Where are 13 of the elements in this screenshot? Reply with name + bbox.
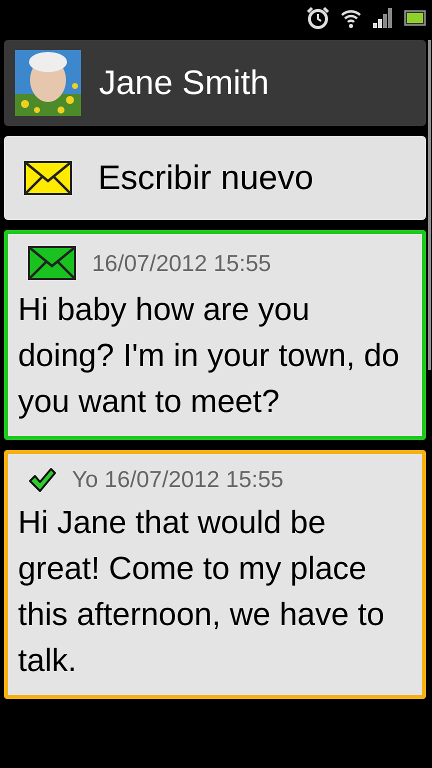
message-text: Hi baby how are you doing? I'm in your town, do you want to meet? bbox=[18, 290, 400, 421]
wifi-icon bbox=[340, 7, 362, 29]
compose-button[interactable]: Escribir nuevo bbox=[4, 136, 426, 220]
envelope-icon bbox=[24, 161, 72, 195]
envelope-icon bbox=[28, 246, 76, 280]
battery-icon bbox=[404, 10, 426, 26]
signal-icon bbox=[372, 7, 394, 29]
message-text: Hi Jane that would be great! Come to my place this afternoon, we have to talk. bbox=[18, 503, 386, 680]
alarm-clock-icon bbox=[306, 6, 330, 30]
checkmark-icon bbox=[28, 466, 56, 492]
contact-name: Jane Smith bbox=[99, 64, 270, 102]
message-date: Yo 16/07/2012 15:55 bbox=[72, 466, 284, 493]
message-date: 16/07/2012 15:55 bbox=[92, 250, 272, 276]
